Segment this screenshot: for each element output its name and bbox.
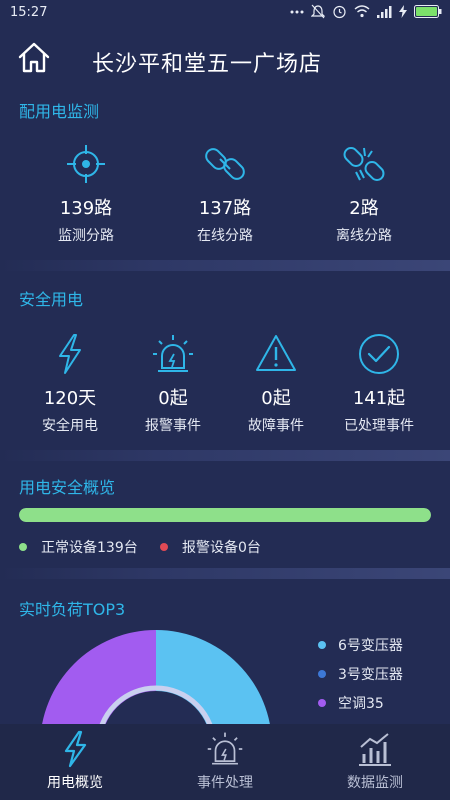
- link-icon: [205, 148, 245, 180]
- signal-icon: [377, 5, 392, 18]
- load-gauge: [41, 630, 271, 726]
- monitored-circuits-stat[interactable]: 139路 监测分路: [31, 142, 141, 245]
- stat-value: 137路: [198, 198, 252, 219]
- bottom-tab-bar: 用电概览 事件处理 数据监测: [0, 724, 450, 800]
- crosshair-icon: [67, 145, 105, 183]
- stat-label: 在线分路: [197, 228, 253, 244]
- legend-label: 空调35: [338, 695, 384, 712]
- legend-label: 3号变压器: [338, 666, 403, 683]
- wifi-icon: [354, 5, 370, 18]
- gauge-segment-left: [41, 630, 156, 726]
- tab-label: 用电概览: [47, 775, 103, 791]
- warning-icon: [256, 335, 296, 371]
- legend-dot-icon: [318, 698, 326, 707]
- stat-label: 安全用电: [42, 418, 98, 434]
- offline-circuits-stat[interactable]: 2路 离线分路: [309, 142, 419, 245]
- lightning-tab-icon: [64, 730, 87, 768]
- status-icons: [290, 4, 442, 19]
- gauge-segment-right: [156, 630, 271, 726]
- safe-days-stat[interactable]: 120天 安全用电: [15, 332, 125, 435]
- legend-item: 6号变压器: [318, 630, 403, 659]
- more-dots-icon: [290, 9, 304, 15]
- stat-label: 监测分路: [58, 228, 114, 244]
- online-circuits-stat[interactable]: 137路 在线分路: [170, 142, 280, 245]
- normal-dot-icon: [19, 543, 27, 551]
- legend-item: 空调35: [318, 688, 403, 717]
- legend-label: 6号变压器: [338, 637, 403, 654]
- bar-chart-tab-icon: [359, 733, 391, 766]
- lightning-icon: [59, 334, 81, 374]
- power-monitor-title: 配用电监测: [19, 102, 100, 121]
- legend-item: 3号变压器: [318, 659, 403, 688]
- section-divider: [0, 260, 450, 271]
- home-icon: [18, 42, 50, 73]
- load-legend: 6号变压器 3号变压器 空调35: [318, 630, 403, 717]
- mute-icon: [311, 4, 325, 19]
- stat-label: 报警事件: [145, 418, 201, 434]
- stat-label: 故障事件: [248, 418, 304, 434]
- stat-value: 120天: [43, 388, 97, 409]
- check-circle-icon: [359, 334, 399, 374]
- tab-data-monitoring[interactable]: 数据监测: [300, 724, 450, 800]
- broken-link-icon: [343, 147, 385, 181]
- alarm-dot-icon: [160, 543, 168, 551]
- load-top3-title: 实时负荷TOP3: [19, 600, 126, 619]
- status-time: 15:27: [10, 5, 48, 20]
- battery-icon: [414, 5, 442, 18]
- section-divider: [0, 450, 450, 461]
- alarm-light-icon: [153, 335, 193, 372]
- tab-label: 数据监测: [347, 775, 403, 791]
- tab-label: 事件处理: [197, 775, 253, 791]
- safety-progress-bar: [19, 508, 431, 522]
- section-divider: [0, 568, 450, 579]
- stat-value: 0起: [158, 388, 188, 409]
- status-bar: 15:27: [0, 0, 450, 26]
- legend-dot-icon: [318, 669, 326, 678]
- handled-events-stat[interactable]: 141起 已处理事件: [324, 332, 434, 435]
- charging-icon: [399, 5, 407, 18]
- alarm-light-tab-icon: [207, 732, 243, 765]
- overview-title: 用电安全概览: [19, 478, 116, 497]
- safety-title: 安全用电: [19, 290, 84, 309]
- home-button[interactable]: [16, 40, 52, 76]
- legend-dot-icon: [318, 640, 326, 649]
- alarm-device-label: 报警设备0台: [182, 540, 261, 556]
- normal-device-label: 正常设备139台: [41, 540, 138, 556]
- stat-value: 2路: [349, 198, 379, 219]
- store-title: 长沙平和堂五一广场店: [92, 52, 323, 77]
- fault-events-stat[interactable]: 0起 故障事件: [221, 332, 331, 435]
- normal-device-fill: [19, 508, 431, 522]
- normal-device-legend: 正常设备139台: [19, 537, 138, 557]
- alarm-device-legend: 报警设备0台: [160, 537, 261, 557]
- stat-value: 139路: [59, 198, 113, 219]
- stat-label: 离线分路: [336, 228, 392, 244]
- stat-value: 141起: [352, 388, 406, 409]
- tab-event-handling[interactable]: 事件处理: [150, 724, 300, 800]
- header: 长沙平和堂五一广场店: [0, 34, 450, 86]
- stat-value: 0起: [261, 388, 291, 409]
- alarm-clock-icon: [332, 4, 347, 19]
- stat-label: 已处理事件: [344, 418, 414, 434]
- alarm-events-stat[interactable]: 0起 报警事件: [118, 332, 228, 435]
- tab-power-overview[interactable]: 用电概览: [0, 724, 150, 800]
